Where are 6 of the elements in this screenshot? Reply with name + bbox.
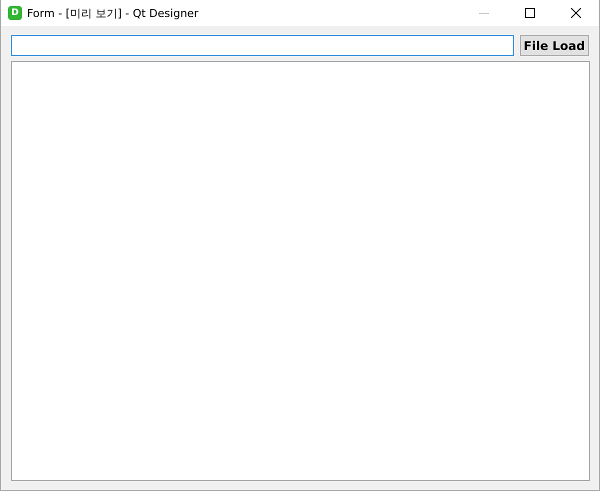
app-logo-icon: D: [8, 6, 22, 20]
file-load-button[interactable]: File Load: [520, 35, 589, 56]
window-title: Form - [미리 보기] - Qt Designer: [27, 6, 200, 20]
maximize-icon[interactable]: [525, 8, 535, 18]
close-icon[interactable]: [571, 8, 581, 18]
path-field[interactable]: [11, 35, 514, 56]
